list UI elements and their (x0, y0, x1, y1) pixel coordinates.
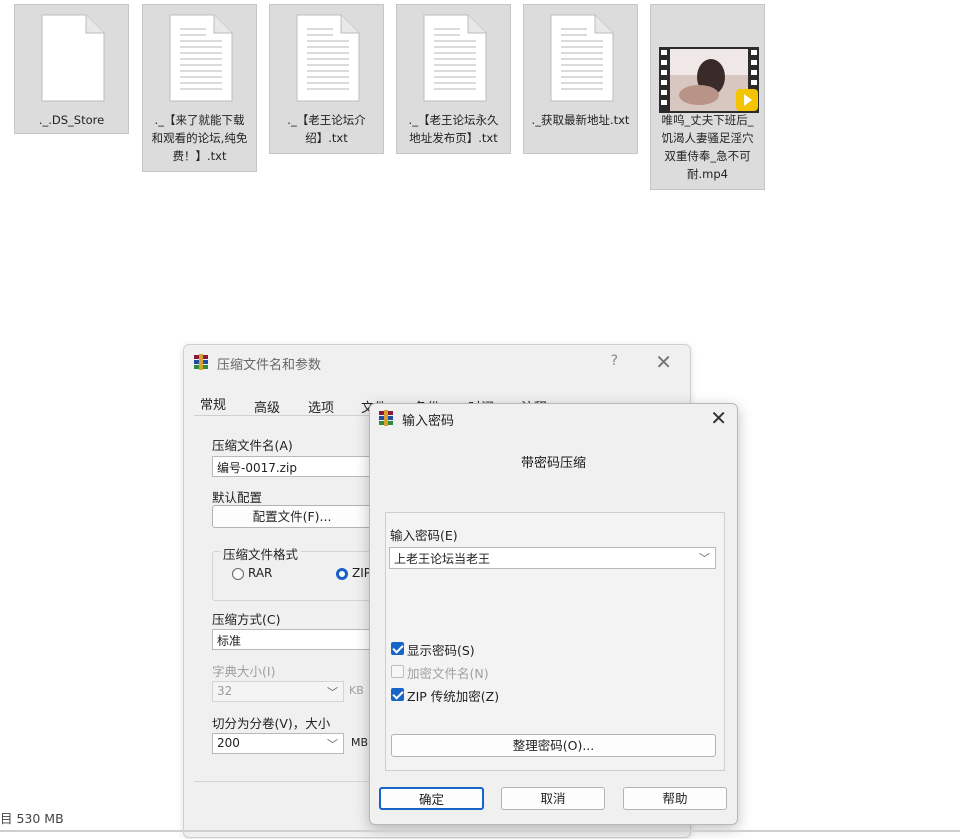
close-icon[interactable]: ✕ (655, 350, 672, 374)
file-name: ._【老王论坛永久地址发布页】.txt (408, 113, 499, 145)
status-text: 目 530 MB (0, 811, 64, 826)
file-name: ._【老王论坛介绍】.txt (287, 113, 366, 145)
cancel-button[interactable]: 取消 (501, 787, 605, 810)
text-file-icon (550, 14, 613, 102)
ok-button[interactable]: 确定 (379, 787, 484, 810)
file-name: 唯呜_丈夫下班后_饥渴人妻骚足淫穴双重侍奉_急不可耐.mp4 (661, 113, 754, 181)
file-tile-txt-4[interactable]: ._获取最新地址.txt (523, 4, 638, 154)
file-tile-txt-1[interactable]: ._【来了就能下载和观看的论坛,纯免费！】.txt (142, 4, 257, 172)
winrar-icon (379, 410, 393, 426)
zip-legacy-checkbox[interactable] (391, 688, 404, 701)
dict-value: 32 (217, 684, 233, 698)
split-unit: MB (351, 736, 369, 749)
split-value: 200 (217, 736, 240, 750)
show-password-checkbox[interactable] (391, 642, 404, 655)
help-button[interactable]: 帮助 (623, 787, 727, 810)
default-profile-label: 默认配置 (212, 490, 263, 505)
file-tile-mp4[interactable]: 唯呜_丈夫下班后_饥渴人妻骚足淫穴双重侍奉_急不可耐.mp4 (650, 4, 765, 190)
title-bar[interactable]: 压缩文件名和参数 ? ✕ (184, 345, 690, 379)
file-tile-txt-2[interactable]: ._【老王论坛介绍】.txt (269, 4, 384, 154)
method-select[interactable]: 标准 (212, 629, 372, 650)
chevron-down-icon[interactable]: ﹀ (699, 550, 710, 566)
format-label: 压缩文件格式 (220, 544, 302, 563)
show-password-label[interactable]: 显示密码(S) (407, 640, 475, 659)
file-tile-txt-3[interactable]: ._【老王论坛永久地址发布页】.txt (396, 4, 511, 154)
dict-select: 32 ﹀ (212, 681, 344, 702)
password-value: 上老王论坛当老王 (394, 552, 491, 566)
title-bar[interactable]: 输入密码 ✕ (370, 404, 737, 438)
text-file-icon (169, 14, 232, 102)
method-label: 压缩方式(C) (212, 612, 281, 627)
text-file-icon (296, 14, 359, 102)
password-panel: 输入密码(E) 上老王论坛当老王 ﹀ 显示密码(S) 加密文件名(N) ZIP … (385, 512, 725, 771)
file-name: ._【来了就能下载和观看的论坛,纯免费！】.txt (151, 113, 248, 163)
file-name: ._获取最新地址.txt (531, 113, 630, 127)
password-heading: 带密码压缩 (520, 456, 586, 471)
winrar-icon (194, 354, 208, 370)
blank-file-icon (41, 14, 104, 102)
close-icon[interactable]: ✕ (710, 406, 727, 430)
split-select[interactable]: 200 ﹀ (212, 733, 344, 754)
file-name: ._.DS_Store (38, 113, 105, 127)
archive-name-label: 压缩文件名(A) (212, 438, 293, 453)
dict-unit: KB (349, 684, 364, 697)
dialog-title: 输入密码 (402, 414, 455, 429)
format-rar-radio[interactable] (232, 568, 244, 580)
format-rar-label[interactable]: RAR (248, 566, 272, 580)
password-dialog: 输入密码 ✕ 带密码压缩 输入密码(E) 上老王论坛当老王 ﹀ 显示密码(S) … (369, 403, 738, 825)
dict-label: 字典大小(I) (212, 664, 276, 679)
status-divider (0, 830, 960, 832)
zip-legacy-label[interactable]: ZIP 传统加密(Z) (407, 686, 499, 705)
chevron-down-icon: ﹀ (327, 738, 338, 751)
text-file-icon (423, 14, 486, 102)
encrypt-names-checkbox (391, 665, 404, 678)
tab-options[interactable]: 选项 (308, 397, 334, 416)
dialog-title: 压缩文件名和参数 (217, 358, 322, 373)
tab-general[interactable]: 常规 (200, 394, 226, 413)
player-badge-icon (736, 89, 758, 111)
chevron-down-icon: ﹀ (327, 686, 338, 699)
tab-advanced[interactable]: 高级 (254, 397, 280, 416)
password-label: 输入密码(E) (390, 528, 458, 543)
password-input[interactable]: 上老王论坛当老王 ﹀ (389, 547, 716, 569)
format-zip-radio[interactable] (336, 568, 348, 580)
split-label: 切分为分卷(V)，大小 (212, 716, 331, 731)
organize-passwords-button[interactable]: 整理密码(O)... (391, 734, 716, 757)
profile-button[interactable]: 配置文件(F)... (212, 505, 372, 528)
help-icon[interactable]: ? (611, 353, 618, 369)
archive-name-input[interactable]: 编号-0017.zip (212, 456, 372, 477)
encrypt-names-label: 加密文件名(N) (407, 666, 489, 681)
file-tile-ds-store[interactable]: ._.DS_Store (14, 4, 129, 134)
